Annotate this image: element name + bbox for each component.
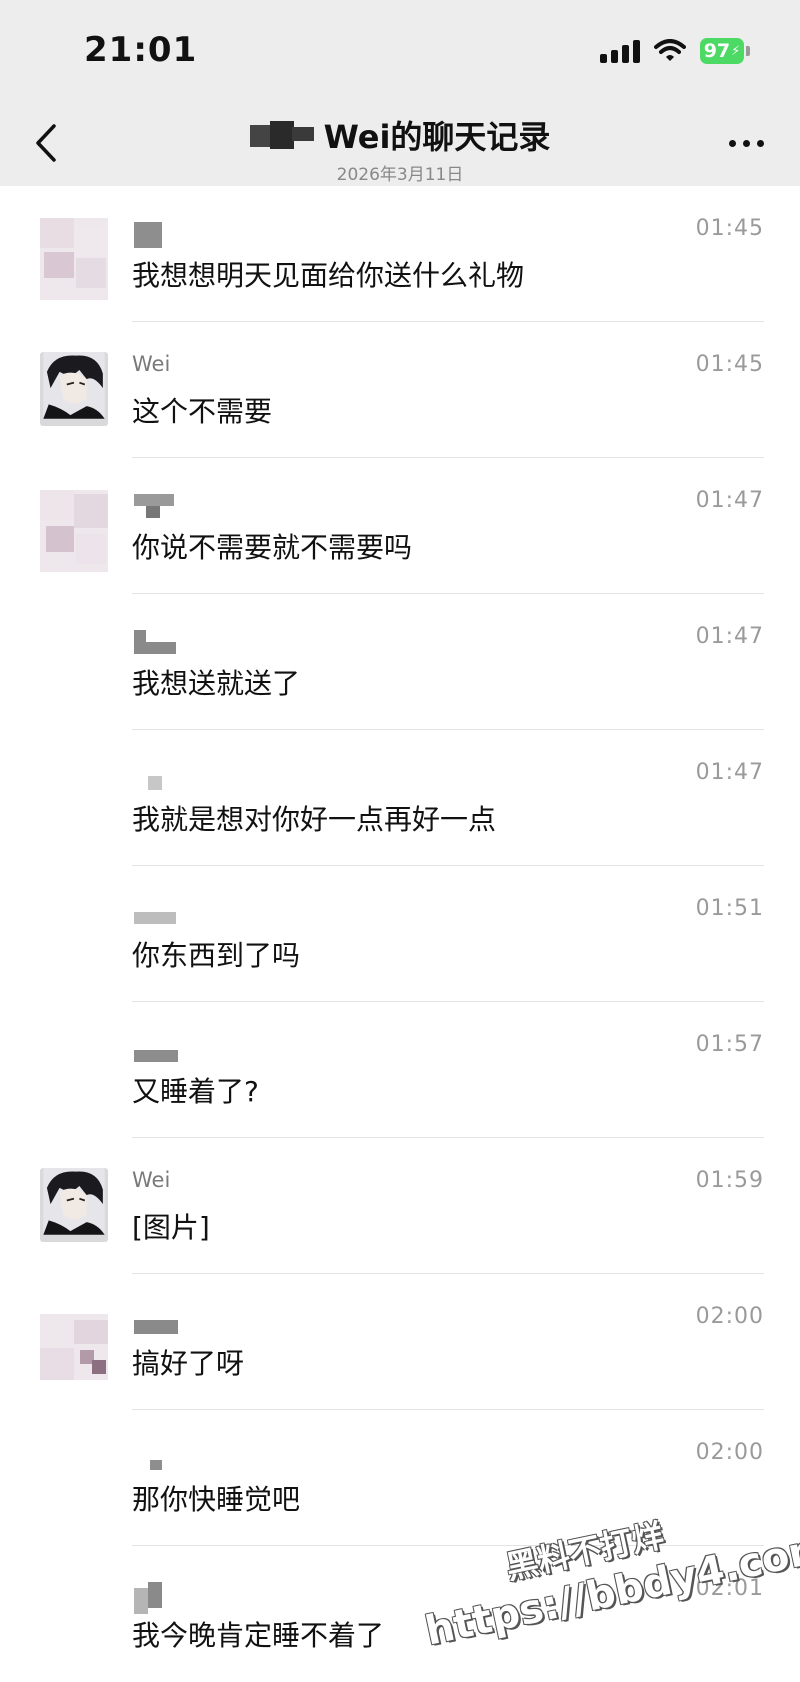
message-time: 01:47 xyxy=(695,624,764,649)
list-item[interactable]: Wei 01:45 这个不需要 xyxy=(0,322,800,458)
list-item[interactable]: 01:47 你说不需要就不需要吗 xyxy=(0,458,800,594)
list-item[interactable]: 01:45 我想想明天见面给你送什么礼物 xyxy=(0,186,800,322)
message-text[interactable]: 我今晚肯定睡不着了 xyxy=(132,1614,384,1654)
message-time: 01:57 xyxy=(695,1032,764,1057)
message-text[interactable]: 我就是想对你好一点再好一点 xyxy=(132,798,496,838)
wifi-icon xyxy=(654,39,686,61)
list-item[interactable]: 01:51 你东西到了吗 xyxy=(0,866,800,1002)
list-item[interactable]: 02:00 搞好了呀 xyxy=(0,1274,800,1410)
nav-title-block: Wei的聊天记录 2026年3月11日 xyxy=(0,112,800,185)
message-time: 01:45 xyxy=(695,352,764,377)
message-text[interactable]: 我想想明天见面给你送什么礼物 xyxy=(132,254,524,294)
sender-name: Wei xyxy=(132,1168,171,1192)
message-text[interactable]: 搞好了呀 xyxy=(132,1342,244,1382)
more-icon[interactable] xyxy=(729,140,764,147)
message-text[interactable]: 这个不需要 xyxy=(132,390,272,430)
list-item[interactable]: 01:47 我就是想对你好一点再好一点 xyxy=(0,730,800,866)
top-bar: 21:01 97 ⚡ Wei的聊天记录 2026年3月11日 xyxy=(0,0,800,186)
message-time: 01:51 xyxy=(695,896,764,921)
message-text[interactable]: 你说不需要就不需要吗 xyxy=(132,526,412,566)
message-time: 01:47 xyxy=(695,760,764,785)
avatar xyxy=(40,490,108,572)
avatar xyxy=(40,218,108,300)
page-title: Wei的聊天记录 xyxy=(249,112,551,158)
sender-name: Wei xyxy=(132,352,171,376)
status-time: 21:01 xyxy=(84,30,198,70)
redacted-name xyxy=(249,121,316,149)
message-text[interactable]: 你东西到了吗 xyxy=(132,934,300,974)
message-time: 01:47 xyxy=(695,488,764,513)
list-item[interactable]: 01:57 又睡着了? xyxy=(0,1002,800,1138)
title-text: Wei的聊天记录 xyxy=(323,118,551,156)
avatar xyxy=(40,1168,108,1242)
message-time: 02:00 xyxy=(695,1440,764,1465)
message-text[interactable]: 我想送就送了 xyxy=(132,662,300,702)
status-icons: 97 ⚡ xyxy=(600,38,750,64)
avatar xyxy=(40,352,108,426)
message-time: 01:45 xyxy=(695,216,764,241)
message-text[interactable]: 那你快睡觉吧 xyxy=(132,1478,300,1518)
signal-icon xyxy=(600,39,640,63)
battery-level: 97 xyxy=(703,40,731,62)
message-time: 01:59 xyxy=(695,1168,764,1193)
chat-date: 2026年3月11日 xyxy=(336,165,464,185)
message-text[interactable]: [图片] xyxy=(132,1206,210,1246)
list-item[interactable]: 01:47 我想送就送了 xyxy=(0,594,800,730)
avatar xyxy=(40,1314,108,1380)
battery-icon: 97 ⚡ xyxy=(700,38,750,64)
message-text[interactable]: 又睡着了? xyxy=(132,1070,259,1110)
list-item[interactable]: Wei 01:59 [图片] xyxy=(0,1138,800,1274)
message-time: 02:00 xyxy=(695,1304,764,1329)
